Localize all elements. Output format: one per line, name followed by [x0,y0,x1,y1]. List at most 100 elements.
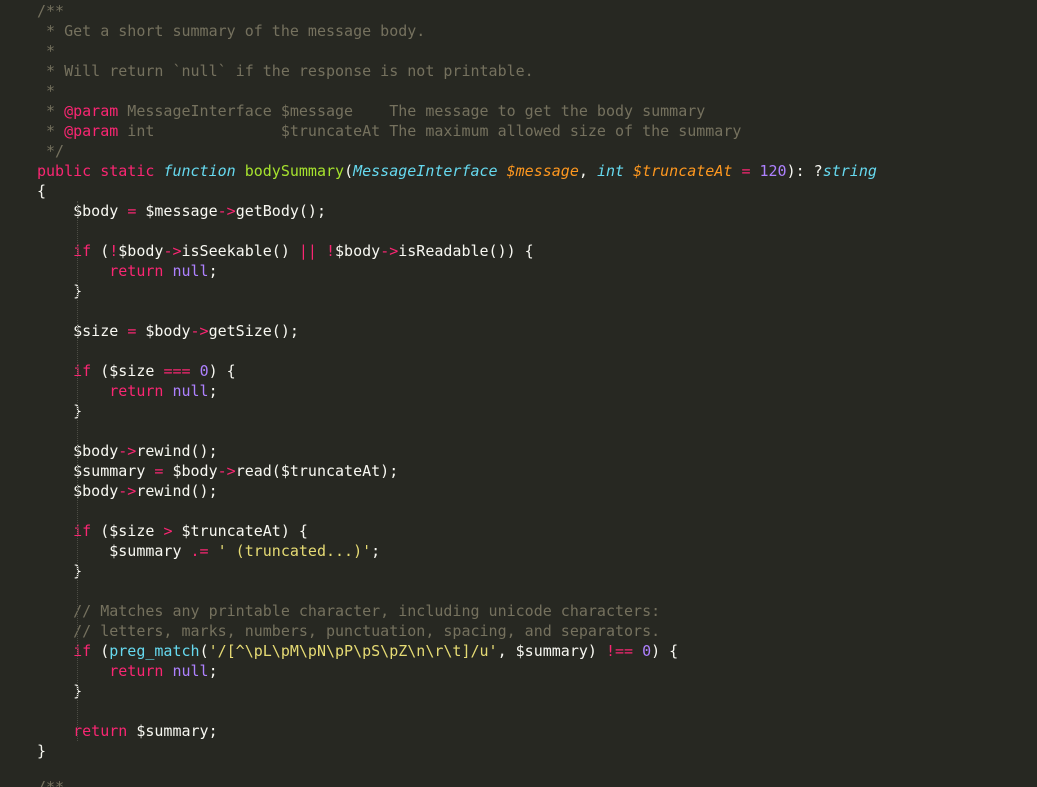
code-line[interactable] [37,301,877,321]
code-line[interactable]: return $summary; [37,721,877,741]
code-line[interactable]: $body = $message->getBody(); [37,201,877,221]
code-line[interactable] [37,501,877,521]
code-token: @param [64,122,119,140]
code-token: if [73,522,92,540]
code-line[interactable]: * [37,41,877,61]
code-line[interactable] [37,221,877,241]
code-line[interactable]: return null; [37,261,877,281]
code-token: $body [163,462,218,480]
code-token: return [109,662,164,680]
code-token: , [578,162,597,180]
code-line[interactable]: if ($size > $truncateAt) { [37,521,877,541]
code-line[interactable]: } [37,561,877,581]
code-token: !== [605,642,634,660]
code-line[interactable] [37,421,877,441]
code-token: public [37,162,92,180]
code-token: } [37,682,83,700]
code-token: ( [91,242,110,260]
code-token: * [37,82,56,100]
code-token: } [37,282,83,300]
code-line[interactable]: * [37,81,877,101]
code-line[interactable]: $summary .= ' (truncated...)'; [37,541,877,561]
code-line[interactable]: $summary = $body->read($truncateAt); [37,461,877,481]
code-token: ): ? [786,162,823,180]
code-line[interactable]: */ [37,141,877,161]
code-token: null [172,262,209,280]
code-token: return [109,382,164,400]
code-line[interactable]: * @param MessageInterface $message The m… [37,101,877,121]
code-token: ( [344,162,354,180]
code-line[interactable]: } [37,281,877,301]
code-token: ($size [91,522,164,540]
code-token: ! [109,242,119,260]
code-line[interactable] [37,701,877,721]
code-token: * [37,122,65,140]
code-line[interactable]: /** [37,1,877,21]
code-token: getSize(); [208,322,299,340]
code-token: -> [217,202,236,220]
code-line[interactable]: { [37,181,877,201]
code-token: , $summary) [497,642,606,660]
code-token: // letters, marks, numbers, punctuation,… [73,622,661,640]
code-editor[interactable]: /** * Get a short summary of the message… [0,0,1037,787]
code-token: 0 [199,362,209,380]
code-token: || [298,242,317,260]
code-token: ( [199,642,209,660]
code-line[interactable]: $size = $body->getSize(); [37,321,877,341]
code-block[interactable]: /** * Get a short summary of the message… [37,1,877,761]
code-token: $body [136,322,191,340]
code-line[interactable]: if (preg_match('/[^\pL\pM\pN\pP\pS\pZ\n\… [37,641,877,661]
code-token: // Matches any printable character, incl… [73,602,661,620]
code-token: null [172,382,209,400]
code-token: -> [163,242,182,260]
code-token: static [100,162,155,180]
code-line[interactable]: // Matches any printable character, incl… [37,601,877,621]
code-token: 120 [759,162,787,180]
code-line[interactable]: if (!$body->isSeekable() || !$body->isRe… [37,241,877,261]
code-token: int $truncateAt The maximum allowed size… [118,122,742,140]
code-line[interactable]: public static function bodySummary(Messa… [37,161,877,181]
code-line[interactable]: if ($size === 0) { [37,361,877,381]
code-line[interactable]: return null; [37,381,877,401]
code-line[interactable]: } [37,741,877,761]
code-line[interactable] [37,581,877,601]
code-token: = [127,202,137,220]
code-token: $body [37,202,128,220]
code-line[interactable]: // letters, marks, numbers, punctuation,… [37,621,877,641]
code-token: /** [37,2,65,20]
code-line[interactable]: * Will return `null` if the response is … [37,61,877,81]
code-line[interactable]: $body->rewind(); [37,481,877,501]
indent-guide [77,201,78,741]
code-token: int [596,162,625,180]
code-token: } [37,562,83,580]
code-token: $size [37,322,128,340]
code-line[interactable]: return null; [37,661,877,681]
code-line[interactable]: * @param int $truncateAt The maximum all… [37,121,877,141]
code-token: string [822,162,877,180]
cut-off-doc-comment: /** [37,778,65,787]
code-line[interactable]: $body->rewind(); [37,441,877,461]
code-line[interactable]: } [37,681,877,701]
code-token: if [73,242,92,260]
code-token: isSeekable() [181,242,299,260]
code-token: ) { [208,362,236,380]
code-token: === [163,362,191,380]
code-token: $message [506,162,579,180]
code-token: if [73,642,92,660]
code-line[interactable]: * Get a short summary of the message bod… [37,21,877,41]
code-token: rewind(); [136,442,218,460]
code-token: bodySummary [244,162,345,180]
code-line[interactable] [37,341,877,361]
code-line[interactable]: } [37,401,877,421]
code-token: if [73,362,92,380]
